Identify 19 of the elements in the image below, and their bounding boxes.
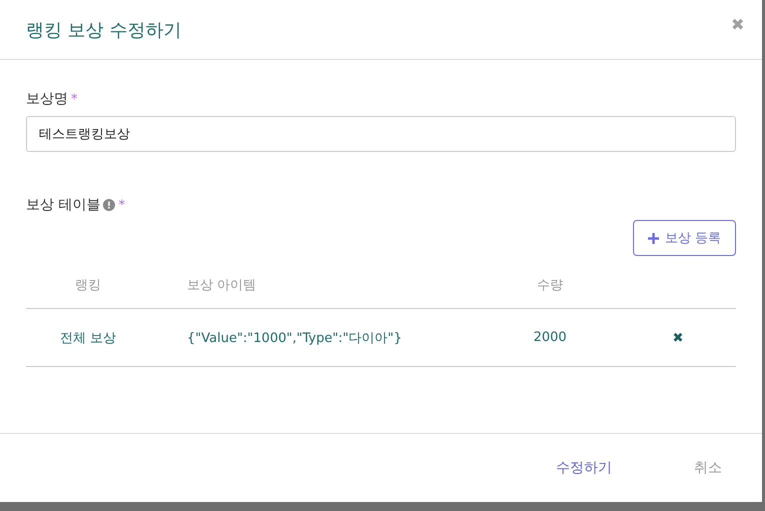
cancel-button[interactable]: 취소: [688, 455, 728, 481]
required-mark: *: [71, 92, 78, 106]
close-button[interactable]: ✖: [731, 14, 744, 34]
table-cell: 2000: [480, 309, 620, 367]
save-button[interactable]: 수정하기: [550, 455, 618, 481]
info-icon: [103, 199, 116, 211]
table-cell: {"Value":"1000","Type":"다이아"}: [150, 309, 480, 367]
delete-button[interactable]: ✖: [672, 330, 684, 345]
required-mark: *: [118, 198, 125, 212]
table-cell: 전체 보상: [26, 309, 150, 367]
plus-icon: [648, 232, 659, 244]
field-label: 보상 테이블: [26, 196, 100, 214]
column-header: 수량: [480, 262, 620, 309]
column-header: 보상 아이템: [150, 262, 480, 309]
add-reward-button[interactable]: 보상 등록: [632, 220, 736, 256]
reward-name-field[interactable]: 테스트랭킹보상: [26, 116, 736, 152]
column-header: 랭킹: [26, 262, 150, 309]
field-label: 보상명: [26, 90, 68, 108]
dialog-title: 랭킹 보상 수정하기: [26, 18, 182, 42]
